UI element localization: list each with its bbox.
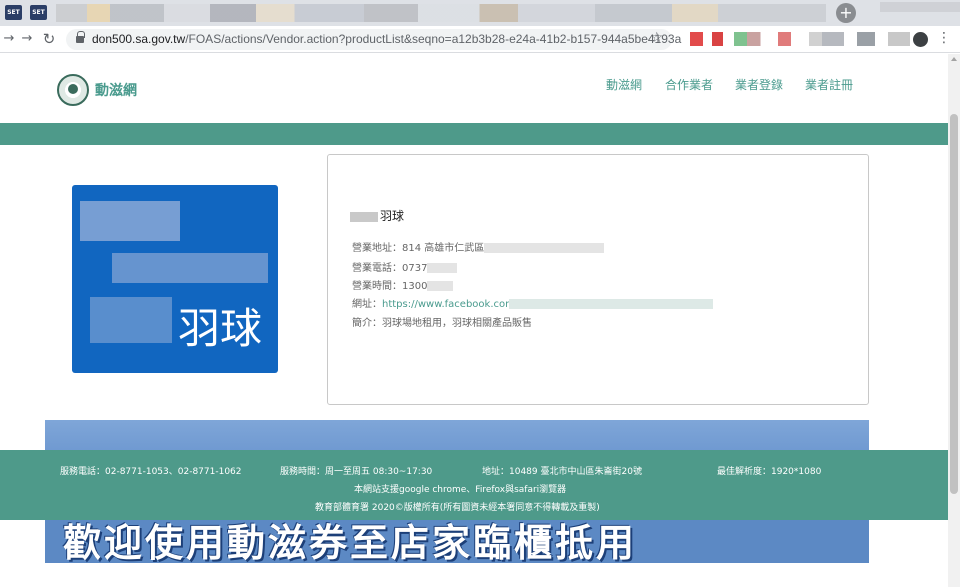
vendor-name: 羽球 bbox=[350, 207, 404, 224]
new-tab-button[interactable]: + bbox=[836, 3, 856, 23]
vendor-intro: 簡介：羽球場地租用，羽球相關產品販售 bbox=[352, 318, 532, 329]
browser-toolbar: → → ↻ don500.sa.gov.tw/FOAS/actions/Vend… bbox=[0, 26, 960, 53]
scroll-up-arrow-icon[interactable] bbox=[951, 57, 957, 61]
footer-copyright: 教育部體育署 2020©版權所有(所有圖資未經本署同意不得轉載及重製) bbox=[315, 503, 600, 513]
url-text[interactable]: don500.sa.gov.tw/FOAS/actions/Vendor.act… bbox=[92, 32, 681, 46]
footer-service-phone: 服務電話：02-8771-1053、02-8771-1062 bbox=[60, 467, 242, 477]
footer: 服務電話：02-8771-1053、02-8771-1062 服務時間：周一至周… bbox=[0, 450, 948, 520]
scroll-thumb[interactable] bbox=[950, 114, 958, 494]
nav-vendor-login[interactable]: 業者登錄 bbox=[735, 76, 783, 93]
address-bar[interactable]: don500.sa.gov.tw/FOAS/actions/Vendor.act… bbox=[66, 29, 681, 50]
nav-vendor-register[interactable]: 業者註冊 bbox=[805, 76, 853, 93]
tabs-blurred[interactable] bbox=[56, 4, 826, 22]
vendor-phone: 營業電話：0737 bbox=[352, 259, 458, 274]
vendor-info-card: 羽球 營業地址：814 高雄市仁武區 營業電話：0737 營業時間：1300 網… bbox=[327, 154, 869, 405]
nav-don500[interactable]: 動滋網 bbox=[606, 76, 642, 93]
forward-icon[interactable]: → bbox=[18, 30, 36, 48]
vendor-website[interactable]: 網址：https://www.facebook.cor bbox=[352, 295, 714, 310]
footer-service-hours: 服務時間：周一至周五 08:30~17:30 bbox=[280, 467, 433, 477]
footer-resolution: 最佳解析度：1920*1080 bbox=[717, 467, 822, 477]
extensions-blurred[interactable] bbox=[690, 32, 910, 46]
vendor-image: 羽球 bbox=[72, 185, 278, 373]
reload-icon[interactable]: ↻ bbox=[40, 30, 58, 48]
vendor-address: 營業地址：814 高雄市仁武區 bbox=[352, 239, 605, 254]
vendor-image-label: 羽球 bbox=[178, 304, 263, 353]
site-name[interactable]: 動滋網 bbox=[95, 80, 137, 100]
profile-avatar[interactable] bbox=[913, 32, 928, 47]
page-scrollbar[interactable] bbox=[948, 54, 960, 587]
menu-kebab-icon[interactable]: ⋮ bbox=[937, 30, 951, 46]
footer-address: 地址：10489 臺北市中山區朱崙街20號 bbox=[482, 467, 642, 477]
footer-browser-support: 本網站支援google chrome、Firefox與safari瀏覽器 bbox=[354, 485, 567, 495]
lock-icon bbox=[76, 31, 85, 44]
tab-favicon[interactable]: SET bbox=[5, 5, 22, 20]
site-logo[interactable] bbox=[57, 74, 89, 106]
bookmark-star-icon[interactable]: ☆ bbox=[650, 30, 663, 46]
page-viewport: 動滋網 動滋網 合作業者 業者登錄 業者註冊 羽球 羽球 營業地址：814 高雄… bbox=[0, 54, 948, 587]
header-band bbox=[0, 123, 948, 145]
tab-favicon[interactable]: SET bbox=[30, 5, 47, 20]
nav-partners[interactable]: 合作業者 bbox=[665, 76, 713, 93]
vendor-hours: 營業時間：1300 bbox=[352, 277, 454, 292]
browser-tab-strip: SET SET + bbox=[0, 0, 960, 26]
back-icon[interactable]: → bbox=[0, 30, 18, 48]
window-controls-blurred bbox=[880, 2, 960, 12]
vendor-website-link[interactable]: https://www.facebook.cor bbox=[382, 299, 509, 310]
